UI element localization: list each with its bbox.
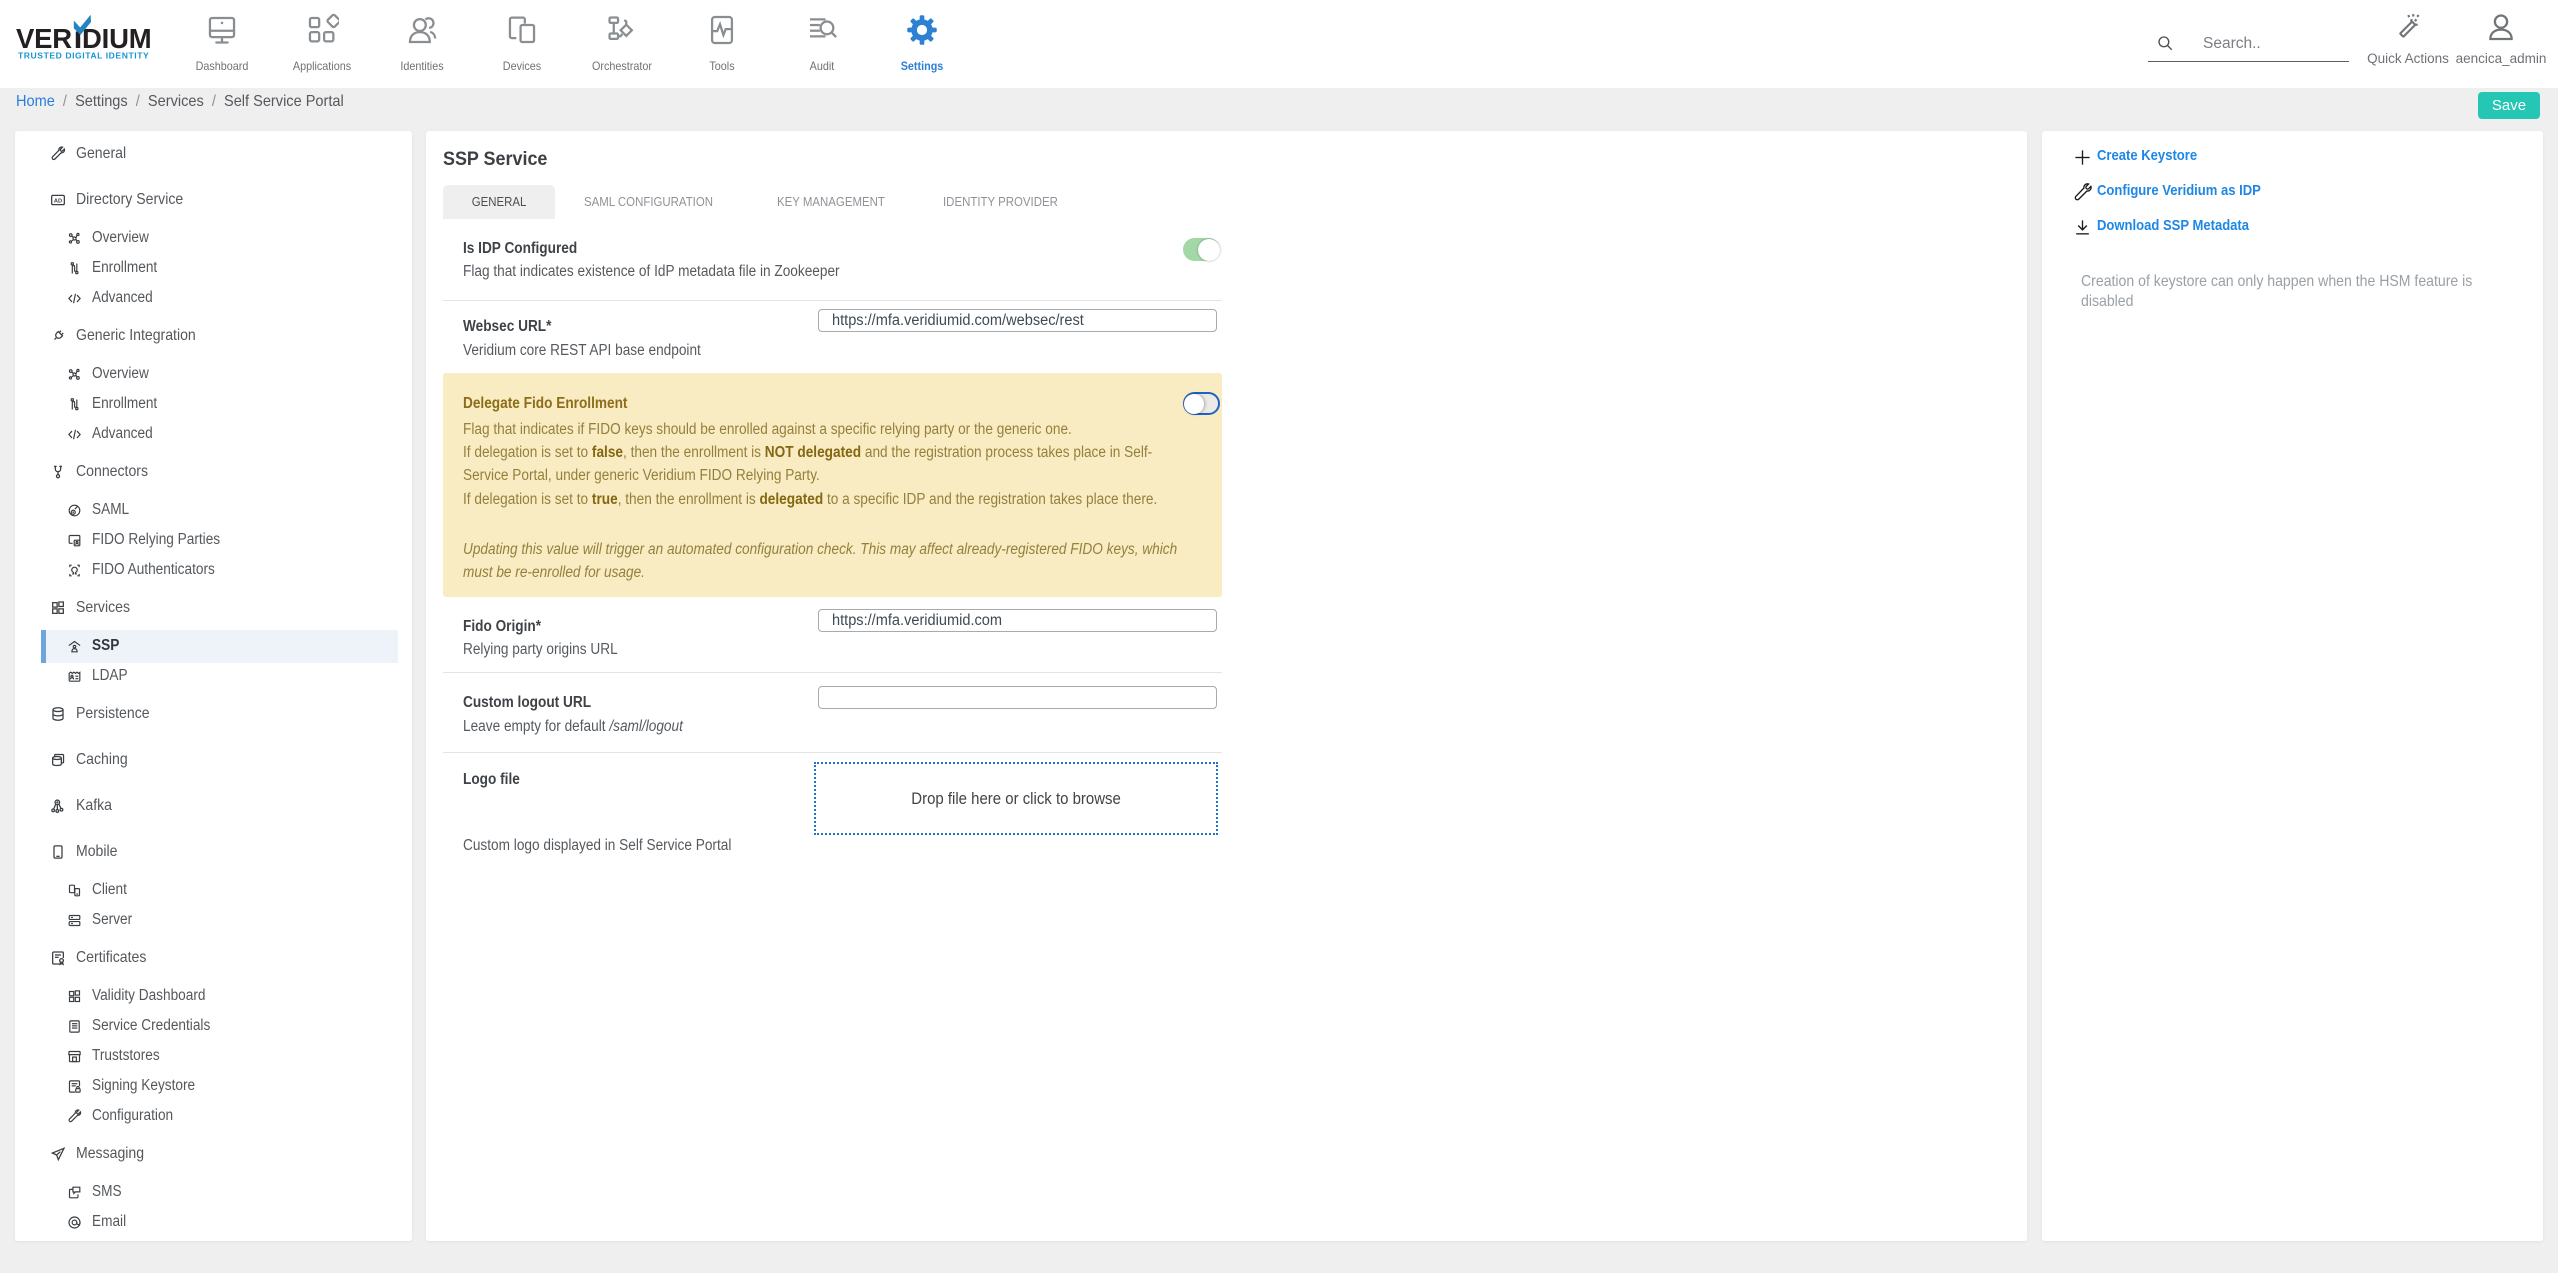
svg-text:DIUM: DIUM [82,23,151,54]
svg-text:VER: VER [16,23,72,54]
svg-text:AD: AD [54,198,62,204]
svg-text:TRUSTED DIGITAL IDENTITY: TRUSTED DIGITAL IDENTITY [18,51,149,61]
